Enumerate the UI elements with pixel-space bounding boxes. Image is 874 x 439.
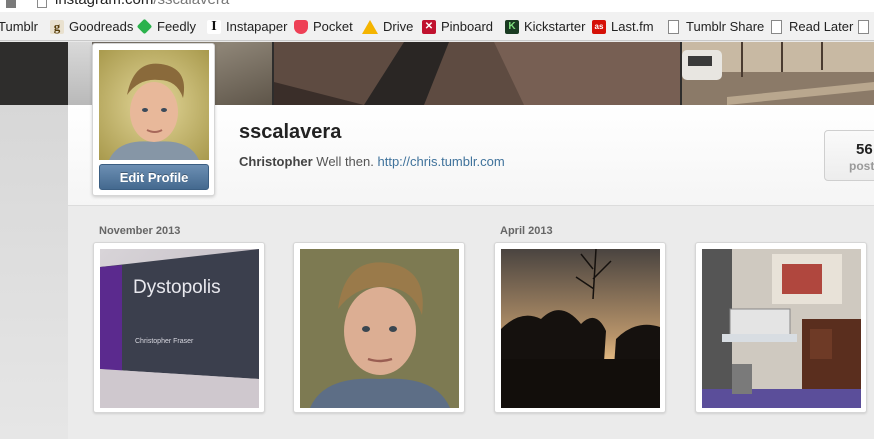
selfie-photo-graphic bbox=[300, 249, 459, 408]
bookmark-label: Feedly bbox=[157, 19, 197, 34]
left-gutter bbox=[0, 105, 68, 439]
photo-card[interactable] bbox=[494, 242, 666, 413]
bookmark-drive[interactable]: Drive bbox=[362, 12, 414, 40]
slide-photo-graphic bbox=[100, 249, 259, 408]
bookmark-label: Pinboard bbox=[441, 19, 494, 34]
bookmark-label: Tumblr bbox=[0, 19, 38, 34]
posts-count: 56 bbox=[856, 141, 873, 158]
photo-room-keyboard bbox=[702, 249, 861, 408]
reload-icon[interactable] bbox=[6, 0, 16, 8]
sunset-photo-graphic bbox=[501, 249, 660, 408]
posts-label: posts bbox=[849, 159, 874, 173]
header-photo-road bbox=[274, 42, 680, 105]
bookmark-overflow[interactable] bbox=[858, 12, 874, 40]
url-path: /sscalavera bbox=[153, 0, 229, 8]
bookmark-label: Tumblr Share bbox=[686, 19, 765, 34]
photo-card[interactable] bbox=[293, 242, 465, 413]
month-label-april-2013: April 2013 bbox=[500, 225, 553, 237]
bookmark-instapaper[interactable]: I Instapaper bbox=[207, 12, 288, 40]
bookmark-feedly[interactable]: Feedly bbox=[136, 12, 197, 40]
bookmark-label: Read Later bbox=[789, 19, 854, 34]
room-photo-graphic bbox=[702, 249, 861, 408]
photo-sunset-trees bbox=[501, 249, 660, 408]
bookmark-label: Goodreads bbox=[69, 19, 134, 34]
photo-card[interactable]: Dystopolis Christopher Fraser bbox=[93, 242, 265, 413]
bookmark-goodreads[interactable]: g Goodreads bbox=[50, 12, 134, 40]
bookmark-kickstarter[interactable]: K Kickstarter bbox=[505, 12, 586, 40]
slide-title: Dystopolis bbox=[133, 277, 221, 298]
posts-count-box[interactable]: 56 posts bbox=[824, 130, 874, 181]
month-label-november-2013: November 2013 bbox=[99, 225, 181, 237]
road-photo-graphic bbox=[274, 42, 680, 105]
bookmark-read-later[interactable]: Read Later bbox=[771, 12, 854, 40]
bookmark-pinboard[interactable]: ✕ Pinboard bbox=[422, 12, 494, 40]
bookmark-lastfm[interactable]: as Last.fm bbox=[592, 12, 654, 40]
profile-website-link[interactable]: http://chris.tumblr.com bbox=[378, 154, 505, 169]
url-text[interactable]: instagram.com/sscalavera bbox=[55, 0, 229, 8]
profile-username: sscalavera bbox=[239, 121, 342, 143]
pocket-icon bbox=[294, 19, 308, 34]
page-icon bbox=[858, 19, 869, 34]
instapaper-icon: I bbox=[207, 19, 221, 34]
avatar-photo bbox=[99, 50, 209, 160]
pinboard-icon: ✕ bbox=[422, 19, 436, 34]
drive-icon bbox=[362, 19, 378, 34]
profile-bio: Christopher Well then. http://chris.tumb… bbox=[239, 154, 505, 169]
photo-card[interactable] bbox=[695, 242, 867, 413]
kickstarter-icon: K bbox=[505, 19, 519, 34]
slide-author: Christopher Fraser bbox=[135, 338, 194, 345]
page-icon bbox=[37, 0, 47, 8]
goodreads-icon: g bbox=[50, 19, 64, 34]
url-host: instagram.com bbox=[55, 0, 153, 8]
lastfm-icon: as bbox=[592, 19, 606, 34]
photo-dystopolis-slide: Dystopolis Christopher Fraser bbox=[100, 249, 259, 408]
bookmark-label: Last.fm bbox=[611, 19, 654, 34]
bookmarks-bar: Tumblr g Goodreads Feedly I Instapaper P… bbox=[0, 12, 874, 41]
header-photo-street bbox=[682, 42, 874, 105]
bookmark-tumblr[interactable]: Tumblr bbox=[0, 12, 38, 40]
feedly-icon bbox=[136, 18, 153, 35]
edit-profile-button[interactable]: Edit Profile bbox=[99, 164, 209, 190]
bookmark-pocket[interactable]: Pocket bbox=[294, 12, 353, 40]
profile-avatar-card: Edit Profile bbox=[92, 43, 215, 196]
profile-full-name: Christopher bbox=[239, 154, 313, 169]
bookmark-label: Drive bbox=[383, 19, 414, 34]
page-icon bbox=[668, 19, 679, 34]
bookmark-label: Pocket bbox=[313, 19, 353, 34]
bookmark-label: Kickstarter bbox=[524, 19, 586, 34]
photo-selfie bbox=[300, 249, 459, 408]
page-icon bbox=[771, 19, 782, 34]
street-photo-graphic bbox=[682, 42, 874, 105]
bookmark-label: Instapaper bbox=[226, 19, 288, 34]
profile-bio-text: Well then. bbox=[316, 154, 374, 169]
header-photo bbox=[68, 42, 92, 105]
avatar[interactable] bbox=[99, 50, 209, 160]
address-bar[interactable]: instagram.com/sscalavera bbox=[0, 0, 874, 12]
bookmark-tumblr-share[interactable]: Tumblr Share bbox=[668, 12, 765, 40]
